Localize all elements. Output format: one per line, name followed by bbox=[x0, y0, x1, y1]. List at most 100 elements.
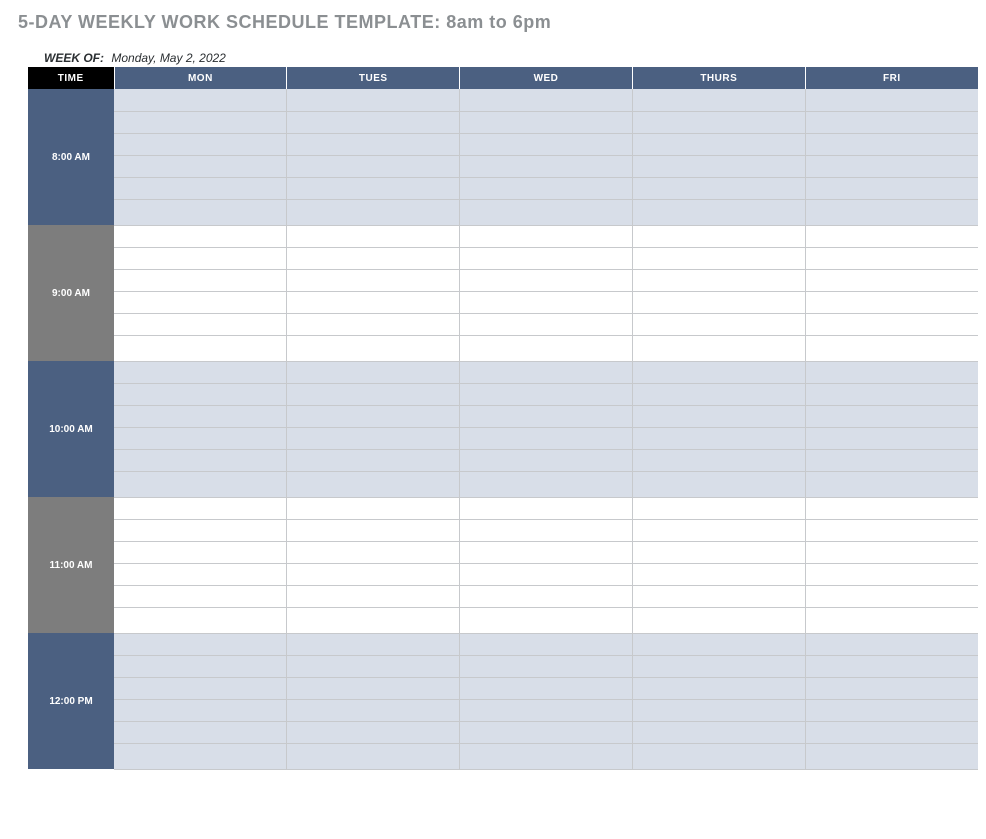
schedule-cell[interactable] bbox=[114, 519, 287, 541]
schedule-cell[interactable] bbox=[460, 383, 633, 405]
schedule-cell[interactable] bbox=[632, 247, 805, 269]
schedule-cell[interactable] bbox=[805, 313, 978, 335]
schedule-cell[interactable] bbox=[460, 155, 633, 177]
schedule-cell[interactable] bbox=[114, 427, 287, 449]
schedule-cell[interactable] bbox=[805, 427, 978, 449]
schedule-cell[interactable] bbox=[287, 743, 460, 769]
schedule-cell[interactable] bbox=[287, 247, 460, 269]
schedule-cell[interactable] bbox=[805, 291, 978, 313]
schedule-cell[interactable] bbox=[805, 361, 978, 383]
schedule-cell[interactable] bbox=[460, 655, 633, 677]
schedule-cell[interactable] bbox=[632, 519, 805, 541]
schedule-cell[interactable] bbox=[805, 633, 978, 655]
schedule-cell[interactable] bbox=[632, 155, 805, 177]
schedule-cell[interactable] bbox=[805, 519, 978, 541]
schedule-cell[interactable] bbox=[632, 383, 805, 405]
schedule-cell[interactable] bbox=[632, 541, 805, 563]
schedule-cell[interactable] bbox=[114, 361, 287, 383]
schedule-cell[interactable] bbox=[632, 699, 805, 721]
schedule-cell[interactable] bbox=[114, 699, 287, 721]
schedule-cell[interactable] bbox=[632, 269, 805, 291]
schedule-cell[interactable] bbox=[460, 519, 633, 541]
schedule-cell[interactable] bbox=[287, 89, 460, 111]
schedule-cell[interactable] bbox=[460, 633, 633, 655]
schedule-cell[interactable] bbox=[805, 225, 978, 247]
schedule-cell[interactable] bbox=[460, 699, 633, 721]
schedule-cell[interactable] bbox=[287, 133, 460, 155]
schedule-cell[interactable] bbox=[632, 449, 805, 471]
schedule-cell[interactable] bbox=[114, 449, 287, 471]
schedule-cell[interactable] bbox=[114, 177, 287, 199]
schedule-cell[interactable] bbox=[287, 471, 460, 497]
schedule-cell[interactable] bbox=[114, 225, 287, 247]
schedule-cell[interactable] bbox=[460, 111, 633, 133]
schedule-cell[interactable] bbox=[114, 633, 287, 655]
schedule-cell[interactable] bbox=[287, 361, 460, 383]
schedule-cell[interactable] bbox=[114, 383, 287, 405]
schedule-cell[interactable] bbox=[632, 721, 805, 743]
schedule-cell[interactable] bbox=[114, 655, 287, 677]
schedule-cell[interactable] bbox=[805, 133, 978, 155]
schedule-cell[interactable] bbox=[287, 585, 460, 607]
schedule-cell[interactable] bbox=[632, 743, 805, 769]
schedule-cell[interactable] bbox=[805, 563, 978, 585]
schedule-cell[interactable] bbox=[460, 335, 633, 361]
schedule-cell[interactable] bbox=[805, 335, 978, 361]
schedule-cell[interactable] bbox=[287, 199, 460, 225]
schedule-cell[interactable] bbox=[460, 133, 633, 155]
schedule-cell[interactable] bbox=[287, 519, 460, 541]
schedule-cell[interactable] bbox=[805, 699, 978, 721]
schedule-cell[interactable] bbox=[632, 361, 805, 383]
schedule-cell[interactable] bbox=[287, 225, 460, 247]
schedule-cell[interactable] bbox=[114, 541, 287, 563]
schedule-cell[interactable] bbox=[114, 269, 287, 291]
schedule-cell[interactable] bbox=[805, 269, 978, 291]
schedule-cell[interactable] bbox=[114, 247, 287, 269]
schedule-cell[interactable] bbox=[460, 405, 633, 427]
schedule-cell[interactable] bbox=[805, 405, 978, 427]
schedule-cell[interactable] bbox=[287, 111, 460, 133]
schedule-cell[interactable] bbox=[805, 89, 978, 111]
schedule-cell[interactable] bbox=[287, 677, 460, 699]
schedule-cell[interactable] bbox=[805, 383, 978, 405]
schedule-cell[interactable] bbox=[805, 497, 978, 519]
schedule-cell[interactable] bbox=[632, 633, 805, 655]
schedule-cell[interactable] bbox=[632, 471, 805, 497]
schedule-cell[interactable] bbox=[632, 177, 805, 199]
schedule-cell[interactable] bbox=[632, 89, 805, 111]
schedule-cell[interactable] bbox=[287, 541, 460, 563]
schedule-cell[interactable] bbox=[460, 89, 633, 111]
schedule-cell[interactable] bbox=[114, 497, 287, 519]
schedule-cell[interactable] bbox=[632, 199, 805, 225]
schedule-cell[interactable] bbox=[114, 405, 287, 427]
schedule-cell[interactable] bbox=[632, 405, 805, 427]
schedule-cell[interactable] bbox=[460, 199, 633, 225]
schedule-cell[interactable] bbox=[114, 471, 287, 497]
schedule-cell[interactable] bbox=[114, 291, 287, 313]
schedule-cell[interactable] bbox=[632, 335, 805, 361]
schedule-cell[interactable] bbox=[632, 607, 805, 633]
schedule-cell[interactable] bbox=[287, 607, 460, 633]
schedule-cell[interactable] bbox=[460, 313, 633, 335]
schedule-cell[interactable] bbox=[114, 743, 287, 769]
schedule-cell[interactable] bbox=[632, 497, 805, 519]
schedule-cell[interactable] bbox=[114, 721, 287, 743]
schedule-cell[interactable] bbox=[460, 177, 633, 199]
schedule-cell[interactable] bbox=[805, 607, 978, 633]
schedule-cell[interactable] bbox=[114, 677, 287, 699]
schedule-cell[interactable] bbox=[460, 541, 633, 563]
schedule-cell[interactable] bbox=[114, 111, 287, 133]
schedule-cell[interactable] bbox=[460, 471, 633, 497]
schedule-cell[interactable] bbox=[460, 677, 633, 699]
schedule-cell[interactable] bbox=[805, 177, 978, 199]
schedule-cell[interactable] bbox=[460, 585, 633, 607]
schedule-cell[interactable] bbox=[460, 563, 633, 585]
schedule-cell[interactable] bbox=[805, 111, 978, 133]
schedule-cell[interactable] bbox=[632, 563, 805, 585]
schedule-cell[interactable] bbox=[805, 743, 978, 769]
schedule-cell[interactable] bbox=[114, 313, 287, 335]
schedule-cell[interactable] bbox=[287, 155, 460, 177]
schedule-cell[interactable] bbox=[805, 471, 978, 497]
schedule-cell[interactable] bbox=[805, 677, 978, 699]
schedule-cell[interactable] bbox=[460, 743, 633, 769]
